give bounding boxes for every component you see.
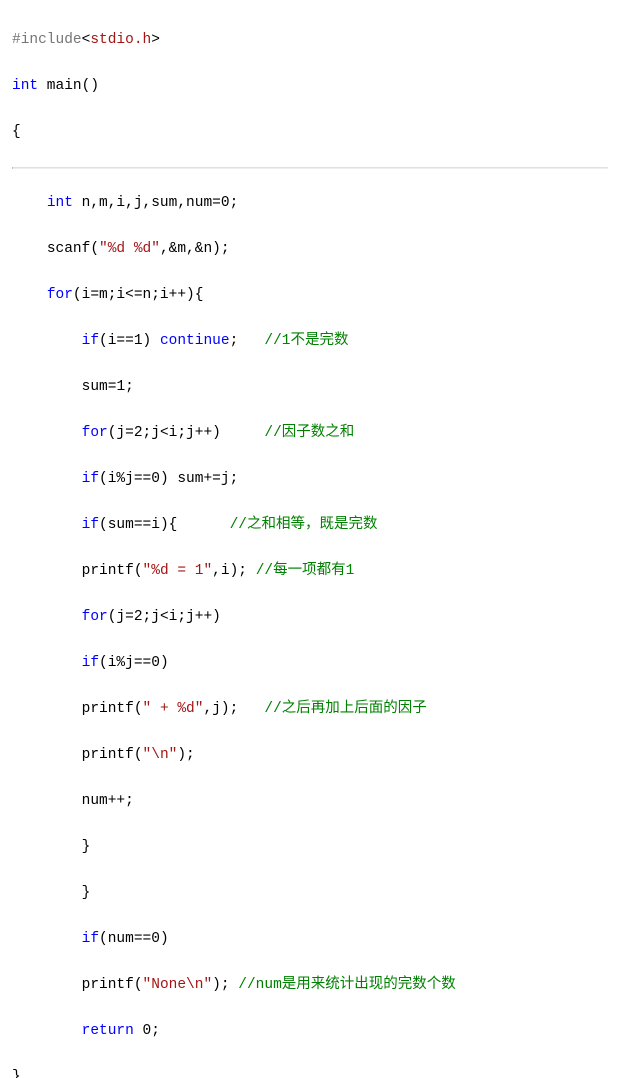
code-line: int n,m,i,j,sum,num=0; [12,192,608,215]
comment: //之后再加上后面的因子 [264,701,426,717]
string-literal: " + %d" [143,701,204,717]
for-keyword: for [47,287,73,303]
include-header: stdio.h [90,32,151,48]
code-line: for(i=m;i<=n;i++){ [12,284,608,307]
string-literal: "%d %d" [99,241,160,257]
code-line: scanf("%d %d",&m,&n); [12,238,608,261]
if-keyword: if [82,471,99,487]
preprocessor: #include [12,32,82,48]
for-keyword: for [82,609,108,625]
for-keyword: for [82,425,108,441]
code-line: sum=1; [12,376,608,399]
divider [12,167,608,169]
continue-keyword: continue [160,333,230,349]
code-line: if(i==1) continue; //1不是完数 [12,330,608,353]
string-literal: "%d = 1" [143,563,213,579]
code-line: if(sum==i){ //之和相等，既是完数 [12,514,608,537]
code-line: printf(" + %d",j); //之后再加上后面的因子 [12,698,608,721]
if-keyword: if [82,655,99,671]
code-line: } [12,1066,608,1078]
code-line: num++; [12,790,608,813]
code-line: for(j=2;j<i;j++) [12,606,608,629]
comment: //1不是完数 [264,333,348,349]
if-keyword: if [82,333,99,349]
code-line: } [12,836,608,859]
code-line: for(j=2;j<i;j++) //因子数之和 [12,422,608,445]
comment: //每一项都有1 [256,563,355,579]
comment: //因子数之和 [264,425,354,441]
type-keyword: int [12,78,38,94]
code-line: if(i%j==0) sum+=j; [12,468,608,491]
code-line: return 0; [12,1020,608,1043]
comment: //num是用来统计出现的完数个数 [238,977,456,993]
string-literal: "None\n" [143,977,213,993]
code-line: printf("%d = 1",i); //每一项都有1 [12,560,608,583]
code-line: printf("None\n"); //num是用来统计出现的完数个数 [12,974,608,997]
if-keyword: if [82,931,99,947]
return-keyword: return [82,1023,134,1039]
string-literal: "\n" [143,747,178,763]
code-line: { [12,121,608,144]
code-line: if(num==0) [12,928,608,951]
code-line: printf("\n"); [12,744,608,767]
code-line: int main() [12,75,608,98]
code-line: if(i%j==0) [12,652,608,675]
code-block: #include<stdio.h> int main() { int n,m,i… [0,0,620,1078]
if-keyword: if [82,517,99,533]
comment: //之和相等，既是完数 [230,517,378,533]
code-line: #include<stdio.h> [12,29,608,52]
type-keyword: int [47,195,73,211]
code-line: } [12,882,608,905]
